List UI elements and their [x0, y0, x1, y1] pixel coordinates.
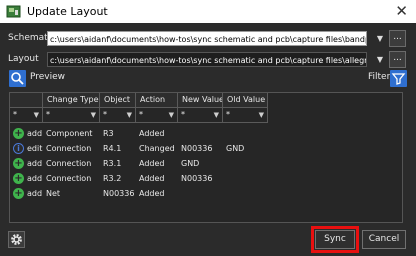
row-object: R3.2 [103, 174, 122, 183]
preview-button[interactable] [9, 70, 26, 87]
title-bar: Update Layout ✕ [0, 0, 416, 23]
edit-icon: i [13, 143, 24, 154]
row-change-type: Connection [46, 159, 92, 168]
row-object: R3.1 [103, 159, 122, 168]
row-new-value: N00336 [181, 174, 213, 183]
window-title: Update Layout [27, 5, 108, 18]
search-icon [11, 72, 24, 85]
chevron-down-icon: ▼ [33, 111, 39, 119]
row-status: add [27, 159, 43, 168]
row-action: Added [139, 189, 165, 198]
filter-button[interactable] [390, 70, 407, 87]
column-header-old-value[interactable]: Old Value [223, 93, 268, 108]
row-status: edit [27, 144, 43, 153]
column-header-action[interactable]: Action [136, 93, 178, 108]
table-row[interactable]: i edit Connection R4.1 Changed N00336 GN… [11, 141, 403, 156]
table-row[interactable]: + add Component R3 Added [11, 126, 403, 141]
table-row[interactable]: + add Net N00336 Added [11, 186, 403, 201]
layout-browse-button[interactable]: ... [389, 51, 406, 68]
filter-new-value[interactable]: * ▼ [178, 108, 223, 123]
add-icon: + [13, 173, 24, 184]
row-action: Added [139, 159, 165, 168]
layout-path-field[interactable]: c:\users\aidanf\documents\how-tos\sync s… [47, 52, 367, 67]
filter-action[interactable]: * ▼ [136, 108, 178, 123]
changes-table: Change Type Object Action New Value Old … [9, 92, 403, 223]
column-header-status[interactable] [10, 93, 43, 108]
row-change-type: Component [46, 129, 93, 138]
schematic-path-field[interactable]: c:\users\aidanf\documents\how-tos\sync s… [47, 31, 367, 46]
layout-dropdown-icon[interactable]: ▼ [374, 52, 386, 67]
filter-object[interactable]: * ▼ [100, 108, 136, 123]
row-object: R3 [103, 129, 114, 138]
schematic-dropdown-icon[interactable]: ▼ [374, 31, 386, 46]
update-layout-dialog: Update Layout ✕ Schematic c:\users\aidan… [0, 0, 416, 256]
preview-label: Preview [30, 72, 66, 82]
funnel-icon [391, 73, 406, 85]
app-icon [6, 5, 21, 18]
schematic-browse-button[interactable]: ... [389, 30, 406, 47]
close-icon[interactable]: ✕ [395, 2, 408, 20]
table-row[interactable]: + add Connection R3.1 Added GND [11, 156, 403, 171]
row-object: R4.1 [103, 144, 122, 153]
cancel-button[interactable]: Cancel [362, 230, 406, 249]
settings-button[interactable] [8, 231, 25, 248]
chevron-down-icon: ▼ [90, 111, 96, 119]
column-header-change-type[interactable]: Change Type [43, 93, 100, 108]
filter-old-value[interactable]: * ▼ [223, 108, 268, 123]
chevron-down-icon: ▼ [258, 111, 264, 119]
gear-icon [11, 234, 22, 245]
filter-change-type[interactable]: * ▼ [43, 108, 100, 123]
chevron-down-icon: ▼ [213, 111, 219, 119]
row-action: Added [139, 174, 165, 183]
row-change-type: Connection [46, 144, 92, 153]
row-object: N00336 [103, 189, 135, 198]
row-old-value: GND [226, 144, 245, 153]
row-new-value: GND [181, 159, 200, 168]
layout-label: Layout [8, 54, 39, 64]
row-status: add [27, 174, 43, 183]
add-icon: + [13, 128, 24, 139]
table-row[interactable]: + add Connection R3.2 Added N00336 [11, 171, 403, 186]
row-action: Changed [139, 144, 175, 153]
row-new-value: N00336 [181, 144, 213, 153]
filter-label: Filter [368, 72, 391, 82]
column-header-object[interactable]: Object [100, 93, 136, 108]
row-status: add [27, 189, 43, 198]
chevron-down-icon: ▼ [168, 111, 174, 119]
column-header-new-value[interactable]: New Value [178, 93, 223, 108]
sync-button[interactable]: Sync [315, 230, 355, 249]
row-change-type: Net [46, 189, 61, 198]
add-icon: + [13, 188, 24, 199]
row-action: Added [139, 129, 165, 138]
chevron-down-icon: ▼ [126, 111, 132, 119]
add-icon: + [13, 158, 24, 169]
filter-status[interactable]: * ▼ [10, 108, 43, 123]
row-status: add [27, 129, 43, 138]
row-change-type: Connection [46, 174, 92, 183]
